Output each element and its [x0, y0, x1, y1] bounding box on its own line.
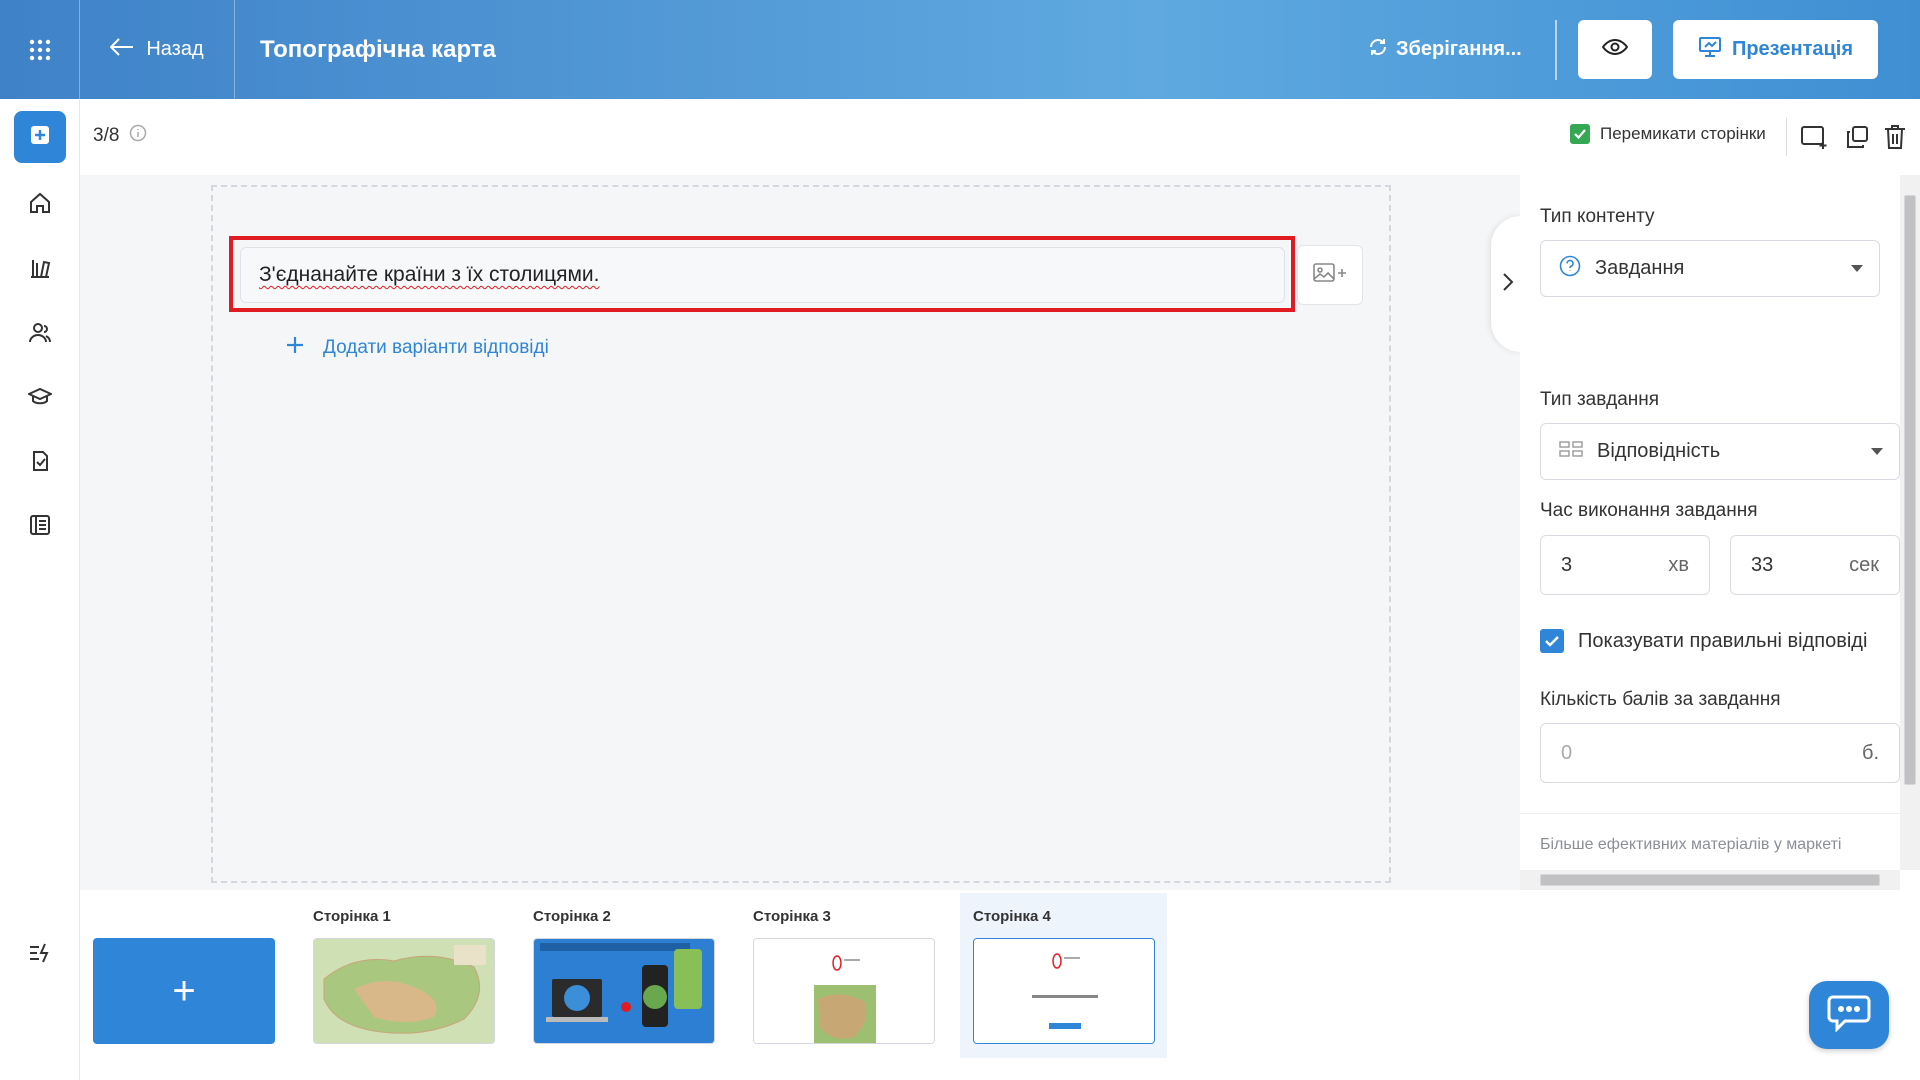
- points-unit: б.: [1861, 741, 1879, 764]
- journal-icon: [28, 513, 52, 542]
- sidebar-item-journal[interactable]: [14, 501, 66, 553]
- sidebar-item-tasks[interactable]: [14, 437, 66, 489]
- page-counter: 3/8: [93, 124, 147, 148]
- graduation-cap-icon: [26, 385, 54, 414]
- content-type-value: Завдання: [1595, 257, 1685, 279]
- top-header: Назад Топографічна карта Зберігання... П…: [0, 0, 1920, 99]
- page-thumbnail-1[interactable]: [313, 938, 495, 1044]
- show-answers-label: Показувати правильні відповіді: [1578, 629, 1868, 652]
- trash-icon[interactable]: [1880, 122, 1910, 152]
- show-answers-toggle[interactable]: Показувати правильні відповіді: [1540, 629, 1867, 653]
- points-input[interactable]: 0 б.: [1540, 723, 1900, 783]
- add-answers-label: Додати варіанти відповіді: [323, 337, 549, 358]
- page-thumbnail-4[interactable]: [973, 938, 1155, 1044]
- plus-icon: [285, 335, 305, 361]
- add-image-button[interactable]: [1297, 245, 1363, 305]
- eye-icon: [1601, 38, 1629, 61]
- chat-bubble-icon: [1827, 994, 1871, 1037]
- checkbox-checked-icon[interactable]: [1540, 629, 1564, 653]
- page-counter-text: 3/8: [93, 125, 120, 146]
- seconds-unit: сек: [1849, 553, 1879, 576]
- presentation-icon: [1698, 36, 1722, 64]
- info-icon[interactable]: [129, 124, 147, 148]
- content-type-label: Тип контенту: [1540, 206, 1655, 227]
- points-placeholder: 0: [1561, 741, 1573, 764]
- chevron-down-icon: [1871, 448, 1883, 455]
- toolbar-divider: [1786, 118, 1787, 156]
- seconds-value: 33: [1751, 553, 1774, 576]
- panel-vertical-scrollbar[interactable]: [1900, 175, 1920, 870]
- header-divider: [1555, 20, 1557, 80]
- presentation-button[interactable]: Презентація: [1673, 20, 1878, 79]
- question-circle-icon: [1559, 255, 1581, 283]
- task-type-value: Відповідність: [1597, 440, 1721, 462]
- page-label: Сторінка 3: [753, 908, 831, 925]
- task-type-label: Тип завдання: [1540, 389, 1660, 410]
- library-icon: [28, 256, 52, 285]
- presentation-label: Презентація: [1731, 38, 1854, 60]
- sidebar-item-courses[interactable]: [14, 373, 66, 425]
- time-label: Час виконання завдання: [1540, 500, 1758, 521]
- sidebar-item-users[interactable]: [14, 309, 66, 361]
- add-page-button[interactable]: +: [93, 938, 275, 1044]
- saving-status: Зберігання...: [1368, 0, 1522, 99]
- question-text: З'єднанайте країни з їх столицями.: [259, 263, 600, 286]
- question-text-input[interactable]: З'єднанайте країни з їх столицями.: [240, 247, 1285, 303]
- sidebar-item-library[interactable]: [14, 244, 66, 296]
- back-button[interactable]: Назад: [80, 0, 235, 99]
- add-slide-icon[interactable]: [1800, 122, 1830, 152]
- sidebar-create-button[interactable]: [14, 111, 66, 163]
- minutes-input[interactable]: 3 хв: [1540, 535, 1710, 595]
- panel-divider: [1520, 813, 1900, 814]
- page-label: Сторінка 4: [973, 908, 1051, 925]
- add-answers-button[interactable]: Додати варіанти відповіді: [285, 335, 549, 361]
- task-type-select[interactable]: Відповідність: [1540, 423, 1900, 480]
- page-thumbnail-3[interactable]: [753, 938, 935, 1044]
- matching-icon: [1559, 440, 1583, 464]
- refresh-icon: [1368, 37, 1388, 63]
- market-link[interactable]: Більше ефективних матеріалів у маркеті: [1540, 836, 1841, 854]
- back-label: Назад: [146, 38, 204, 60]
- preview-button[interactable]: [1578, 20, 1652, 79]
- lightning-list-icon: [28, 941, 52, 970]
- page-label: Сторінка 2: [533, 908, 611, 925]
- points-label: Кількість балів за завдання: [1540, 689, 1781, 710]
- arrow-left-icon: [109, 37, 134, 62]
- sidebar-item-home[interactable]: [14, 179, 66, 231]
- chat-support-button[interactable]: [1809, 981, 1889, 1049]
- duplicate-icon[interactable]: [1842, 122, 1872, 152]
- home-icon: [28, 191, 52, 220]
- apps-grid-icon[interactable]: [0, 0, 80, 99]
- minutes-unit: хв: [1668, 553, 1689, 576]
- task-check-icon: [28, 449, 52, 478]
- content-type-select[interactable]: Завдання: [1540, 240, 1880, 297]
- page-title: Топографічна карта: [260, 35, 496, 63]
- seconds-input[interactable]: 33 сек: [1730, 535, 1900, 595]
- checkbox-checked-icon[interactable]: [1570, 124, 1590, 144]
- minutes-value: 3: [1561, 553, 1573, 576]
- panel-horizontal-scrollbar[interactable]: [1520, 870, 1900, 890]
- plus-square-icon: [30, 125, 50, 150]
- scrollbar-thumb[interactable]: [1904, 195, 1916, 785]
- scrollbar-thumb[interactable]: [1540, 874, 1880, 886]
- switch-pages-label: Перемикати сторінки: [1600, 124, 1766, 143]
- users-icon: [28, 321, 52, 350]
- switch-pages-toggle[interactable]: Перемикати сторінки: [1570, 124, 1766, 144]
- image-plus-icon: [1313, 262, 1347, 289]
- page-thumbnail-2[interactable]: [533, 938, 715, 1044]
- sidebar-item-quick-actions[interactable]: [14, 929, 66, 981]
- chevron-down-icon: [1851, 265, 1863, 272]
- page-label: Сторінка 1: [313, 908, 391, 925]
- saving-label: Зберігання...: [1396, 38, 1522, 60]
- chevron-right-icon: [1502, 272, 1514, 297]
- left-sidebar: [0, 99, 80, 1080]
